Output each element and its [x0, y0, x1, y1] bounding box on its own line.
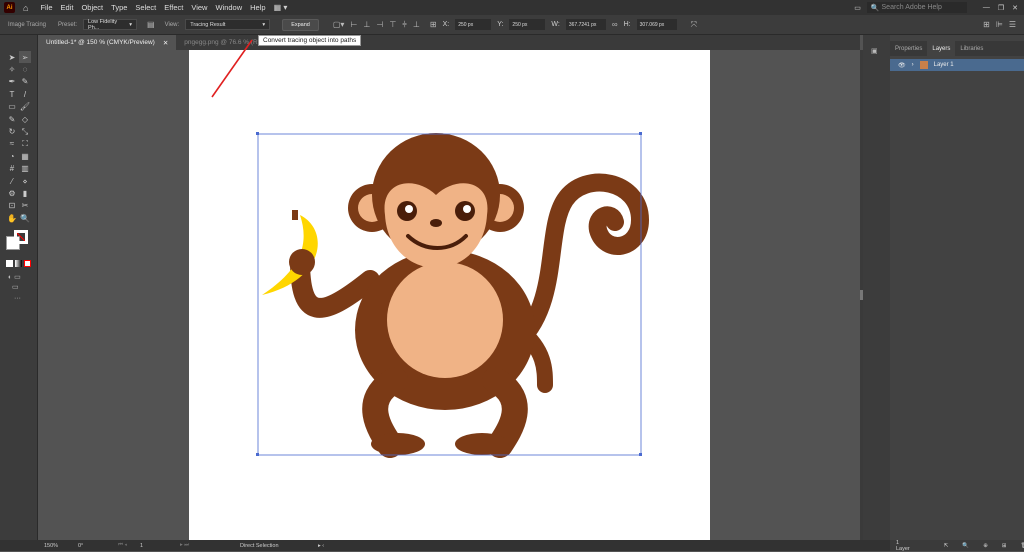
annotation-arrow [211, 39, 253, 98]
tooltip: Convert tracing object into paths [258, 35, 362, 46]
canvas-artwork [211, 39, 650, 458]
monkey-illustration[interactable] [262, 133, 650, 458]
